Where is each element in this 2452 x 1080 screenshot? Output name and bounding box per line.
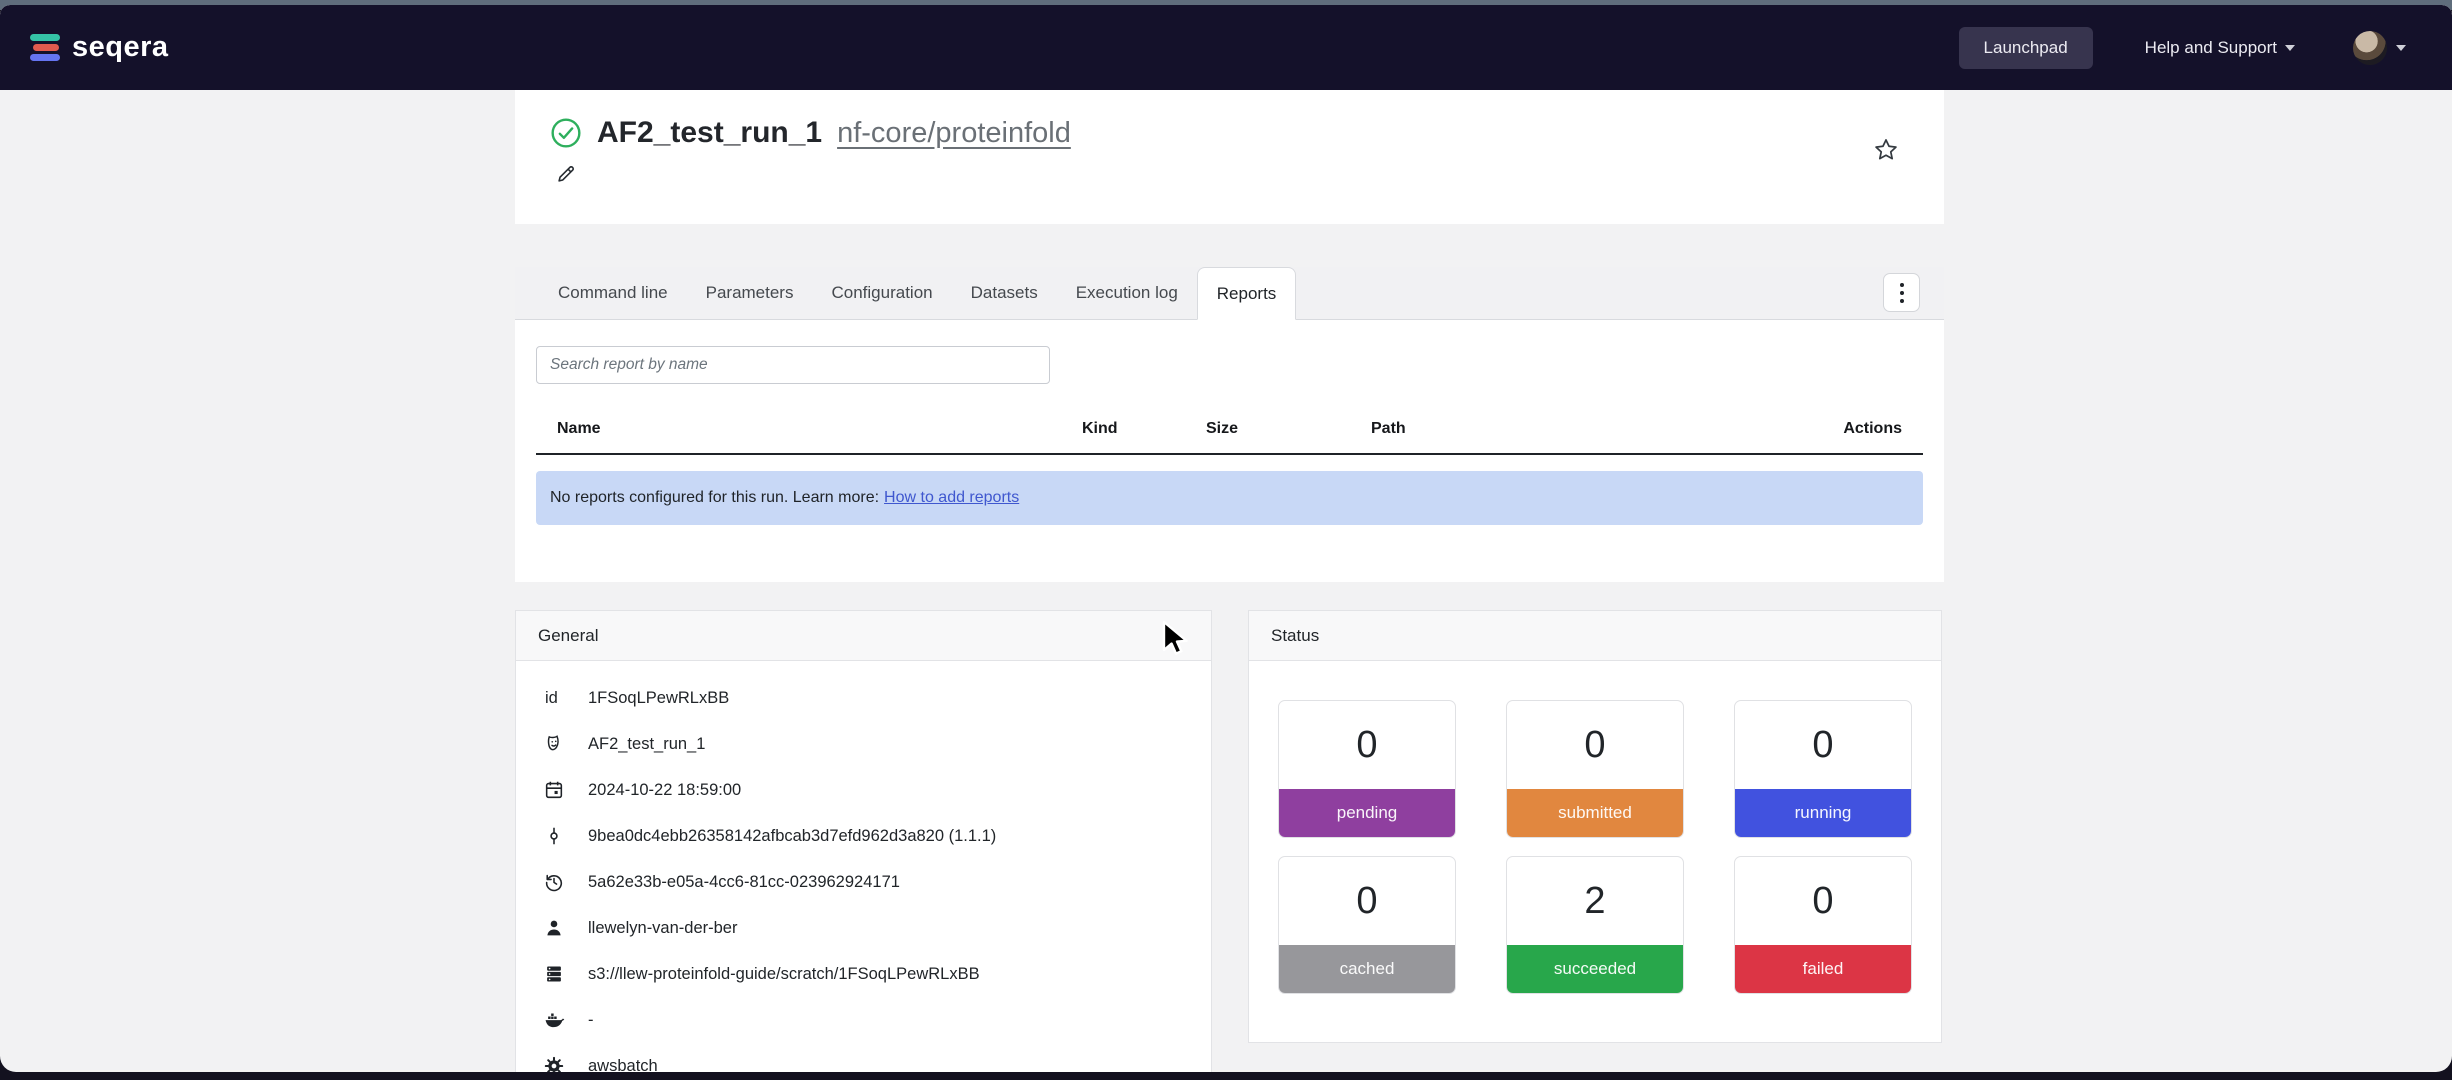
general-row-session: 5a62e33b-e05a-4cc6-81cc-023962924171 bbox=[516, 859, 1211, 905]
pending-label: pending bbox=[1279, 789, 1455, 837]
user-menu[interactable] bbox=[2353, 31, 2406, 65]
chevron-down-icon bbox=[2285, 45, 2295, 51]
git-commit-icon bbox=[543, 825, 565, 847]
status-card-failed: 0 failed bbox=[1734, 856, 1912, 994]
run-name-title: AF2_test_run_1 bbox=[597, 116, 822, 150]
general-panel-title: General bbox=[516, 611, 1211, 661]
server-icon bbox=[543, 963, 565, 985]
seqera-logo[interactable]: seqera bbox=[30, 31, 169, 64]
status-card-cached: 0 cached bbox=[1278, 856, 1456, 994]
general-row-id: id 1FSoqLPewRLxBB bbox=[516, 675, 1211, 721]
search-report-input[interactable] bbox=[536, 346, 1050, 384]
submitted-count: 0 bbox=[1507, 701, 1683, 789]
general-row-workdir: s3://llew-proteinfold-guide/scratch/1FSo… bbox=[516, 951, 1211, 997]
id-label: id bbox=[545, 689, 558, 708]
succeeded-count: 2 bbox=[1507, 857, 1683, 945]
cached-label: cached bbox=[1279, 945, 1455, 993]
app-window: seqera Launchpad Help and Support AF2_te… bbox=[0, 5, 2452, 1072]
no-reports-message: No reports configured for this run. Lear… bbox=[550, 489, 879, 507]
user-avatar bbox=[2353, 31, 2387, 65]
status-card-running: 0 running bbox=[1734, 700, 1912, 838]
column-actions: Actions bbox=[1843, 420, 1923, 438]
run-header-card: AF2_test_run_1 nf-core/proteinfold bbox=[515, 90, 1944, 224]
general-row-date: 2024-10-22 18:59:00 bbox=[516, 767, 1211, 813]
status-card-submitted: 0 submitted bbox=[1506, 700, 1684, 838]
general-row-container: - bbox=[516, 997, 1211, 1043]
tab-configuration[interactable]: Configuration bbox=[812, 267, 951, 319]
help-and-support-menu[interactable]: Help and Support bbox=[2145, 38, 2295, 58]
status-card-pending: 0 pending bbox=[1278, 700, 1456, 838]
success-check-circle-icon bbox=[550, 117, 582, 149]
brand-name: seqera bbox=[72, 31, 169, 64]
column-size: Size bbox=[1206, 420, 1371, 438]
pending-count: 0 bbox=[1279, 701, 1455, 789]
launchpad-button[interactable]: Launchpad bbox=[1959, 27, 2093, 69]
column-kind: Kind bbox=[1082, 420, 1206, 438]
succeeded-label: succeeded bbox=[1507, 945, 1683, 993]
failed-label: failed bbox=[1735, 945, 1911, 993]
status-panel-title: Status bbox=[1249, 611, 1941, 661]
status-card-succeeded: 2 succeeded bbox=[1506, 856, 1684, 994]
submitted-label: submitted bbox=[1507, 789, 1683, 837]
tab-execution-log[interactable]: Execution log bbox=[1057, 267, 1197, 319]
reports-table-header: Name Kind Size Path Actions bbox=[536, 420, 1923, 455]
running-label: running bbox=[1735, 789, 1911, 837]
general-row-run-name: AF2_test_run_1 bbox=[516, 721, 1211, 767]
pipeline-link[interactable]: nf-core/proteinfold bbox=[837, 117, 1071, 150]
failed-count: 0 bbox=[1735, 857, 1911, 945]
general-row-executor: awsbatch bbox=[516, 1043, 1211, 1072]
seqera-logo-icon bbox=[30, 34, 62, 61]
tab-datasets[interactable]: Datasets bbox=[952, 267, 1057, 319]
edit-pencil-icon[interactable] bbox=[555, 163, 577, 185]
no-reports-alert: No reports configured for this run. Lear… bbox=[536, 471, 1923, 525]
general-row-commit: 9bea0dc4ebb26358142afbcab3d7efd962d3a820… bbox=[516, 813, 1211, 859]
help-and-support-label: Help and Support bbox=[2145, 38, 2277, 58]
top-navbar: seqera Launchpad Help and Support bbox=[0, 5, 2452, 90]
tab-parameters[interactable]: Parameters bbox=[687, 267, 813, 319]
docker-icon bbox=[543, 1009, 565, 1031]
gear-icon bbox=[543, 1055, 565, 1072]
status-panel: Status 0 pending 0 submitted 0 bbox=[1248, 610, 1942, 1043]
history-icon bbox=[543, 871, 565, 893]
column-path: Path bbox=[1371, 420, 1843, 438]
calendar-icon bbox=[543, 779, 565, 801]
run-details-card: Command line Parameters Configuration Da… bbox=[515, 267, 1944, 582]
column-name: Name bbox=[536, 420, 1082, 438]
general-panel: General id 1FSoqLPewRLxBB bbox=[515, 610, 1212, 1072]
favorite-star-icon[interactable] bbox=[1872, 136, 1900, 164]
how-to-add-reports-link[interactable]: How to add reports bbox=[884, 489, 1019, 507]
tab-command-line[interactable]: Command line bbox=[539, 267, 687, 319]
user-icon bbox=[543, 917, 565, 939]
theater-mask-icon bbox=[543, 733, 565, 755]
kebab-menu-button[interactable] bbox=[1883, 273, 1920, 312]
tab-strip: Command line Parameters Configuration Da… bbox=[515, 267, 1944, 320]
tab-reports[interactable]: Reports bbox=[1197, 267, 1297, 320]
cached-count: 0 bbox=[1279, 857, 1455, 945]
running-count: 0 bbox=[1735, 701, 1911, 789]
chevron-down-icon bbox=[2396, 45, 2406, 51]
general-row-user: llewelyn-van-der-ber bbox=[516, 905, 1211, 951]
